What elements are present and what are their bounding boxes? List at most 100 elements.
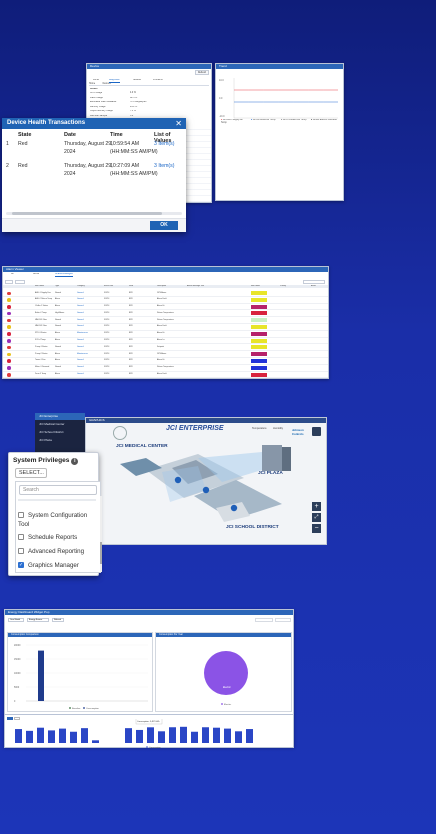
item-name[interactable]: AHU-1 Supply Fan [35,292,51,294]
tab-all[interactable]: All [11,273,14,276]
priority-swatch [251,311,267,316]
type: Alarm [55,352,60,355]
consumption-per-year-panel: Consumption Per Year Electric Electric [155,632,292,712]
horizontal-scrollbar[interactable] [6,212,182,215]
y-tick: 0.0 [219,97,223,100]
category: General [77,339,84,342]
table-row[interactable]: 2 Red Thursday, August 29, 2024 10:27:09… [2,162,186,184]
state: BPK [129,366,133,369]
item-name[interactable]: Pump-1 Status [35,346,48,348]
item-name[interactable]: Tower-1 Fan [35,359,46,361]
alarm-row[interactable]: RTU-3 Status Alarm Maintenance 9/2/24 BPK Ala… [3,331,328,338]
item-name[interactable]: Pump-2 Status [35,353,48,355]
checkbox[interactable] [18,534,24,541]
alarm-row[interactable]: AHU-1 Supply Fan Normal General 9/2/24 BPK DP… [3,290,328,297]
toolbar-button[interactable] [5,280,13,284]
trend-bar [202,727,209,743]
item-name[interactable]: Boiler-2 Temp [35,312,47,314]
close-icon[interactable]: ✕ [175,118,182,129]
row-values-link[interactable]: 3 Item(s) [154,162,174,171]
privileges-select[interactable]: SELECT... ▾ [15,468,47,485]
alarm-row[interactable]: Pump-1 Status Normal General 9/2/24 BPK Setpo… [3,344,328,352]
type: Normal [55,366,62,369]
item-name[interactable]: FCU-4 Temp [35,339,46,341]
type: Alarm [55,332,60,335]
refresh-button[interactable]: Refresh [52,618,64,622]
refresh-button[interactable]: Refresh [195,70,209,75]
consumption-pie-chart: Electric Electric [204,651,248,706]
alarm-row[interactable]: Zone-5 Temp Alarm General 9/2/24 BPK Alarm Fa… [3,372,328,378]
checkbox[interactable] [18,512,24,519]
sidebar-item-plaza[interactable]: JCI Plaza [35,436,85,444]
item-name[interactable]: Zone-5 Temp [35,373,46,375]
alarm-row[interactable]: Pump-2 Status Alarm Maintenance 9/2/24 BPK DP… [3,351,328,358]
description: DPS Alarm [157,352,167,355]
subtab-focus[interactable]: Focus [93,79,99,82]
toolbar-dropdown[interactable] [303,280,325,284]
sidebar-item-enterprise[interactable]: JCI Enterprise [35,413,85,420]
item-name[interactable]: AHU-2 Return Temp [35,298,52,300]
ok-button[interactable]: OK [150,221,178,230]
type: Alarm [55,359,60,362]
subtab-diagnostic[interactable]: Diagnostic [109,79,120,84]
state: BPK [129,352,133,355]
trend-bar [59,728,66,743]
description: Alarm Hi [157,305,165,308]
privilege-item[interactable]: System Configuration Tool [18,511,90,529]
item-name[interactable]: RTU-3 Status [35,332,46,334]
col-category: Category [77,285,85,287]
alarm-row[interactable]: FCU-4 Temp Alarm General 9/2/24 BPK Alarm Lo [3,338,328,345]
sidebar-item-medical[interactable]: JCI Medical Center [35,420,85,428]
device-subtabs: Focus Diagnostic Network Problems [89,79,209,86]
energy-source-select[interactable]: Energy Source [27,618,49,622]
description: Setpoint [157,345,164,348]
info-icon[interactable]: i [71,458,79,465]
detail-label: CPU Usage [90,92,103,94]
subtab-problems[interactable]: Problems [153,79,163,82]
state: BPK [129,305,133,308]
item-name[interactable]: Chiller-1 Status [35,305,48,307]
legend-consumption: Consumption [86,707,100,710]
privilege-item[interactable]: Advanced Reporting [18,548,84,555]
zoom-in-button[interactable]: + [312,502,321,511]
alarm-row[interactable]: VAV-101 Flow Normal General 9/2/24 BPK Return… [3,317,328,324]
toolbar-button[interactable] [255,618,273,622]
item-name[interactable]: VAV-101 Flow [35,319,47,321]
checkbox-checked[interactable]: ✓ [18,562,24,569]
zoom-out-button[interactable]: − [312,524,321,533]
map-pin-icon[interactable] [174,476,182,484]
table-row[interactable]: 1 Red Thursday, August 29, 2024 10:59:54… [2,140,186,162]
row-values-link[interactable]: 3 Item(s) [154,140,174,149]
toolbar-button[interactable] [15,280,25,284]
privilege-item[interactable]: ✓ Graphics Manager [18,562,79,569]
subtab-network[interactable]: Network [133,79,141,82]
toolbar-button[interactable] [275,618,291,622]
chart-tooltip-text: Consumption: 3,487 kWh [137,720,159,723]
state: BPK [129,311,133,314]
fit-icon[interactable]: ⤢ [312,513,321,522]
map-pin-icon[interactable] [202,486,210,494]
sidebar-item-school[interactable]: JCI School District [35,428,85,436]
map-pin-icon[interactable] [230,504,238,512]
year-month-select[interactable]: Year Month [8,618,24,622]
event-date: 9/2/24 [104,325,110,328]
alarm-row[interactable]: VAV-102 Flow Normal General 9/2/24 BPK Alarm … [3,324,328,331]
privilege-item[interactable]: Schedule Reports [18,534,77,541]
alarm-row[interactable]: Tower-1 Fan Alarm General 9/2/24 BPK Alarm Hi [3,358,328,365]
vertical-scrollbar[interactable] [100,496,102,572]
col-event-date: Event Date [104,285,114,287]
priority-swatch [251,318,267,323]
alarm-row[interactable]: Meter-1 Demand Normal General 9/2/24 BPK Retu… [3,365,328,372]
checkbox[interactable] [18,548,24,555]
alarm-header: Item Name Type Category Event Date State… [3,285,328,288]
item-name[interactable]: Meter-1 Demand [35,366,49,368]
alarm-row[interactable]: Boiler-2 Temp High Alarm General 9/2/24 BPK R… [3,310,328,318]
item-name[interactable]: VAV-102 Flow [35,325,47,327]
search-input[interactable]: Search [19,485,97,495]
alarm-row[interactable]: Chiller-1 Status Alarm General 9/2/24 BPK Ala… [3,304,328,311]
row-state: Red [18,141,28,147]
alarm-status-icon [7,373,11,377]
alarm-row[interactable]: AHU-2 Return Temp Alarm General 9/2/24 BPK Al… [3,297,328,304]
tab-unacknowledged[interactable]: Unacknowledged [55,273,73,278]
tab-active[interactable]: Active [33,273,39,276]
